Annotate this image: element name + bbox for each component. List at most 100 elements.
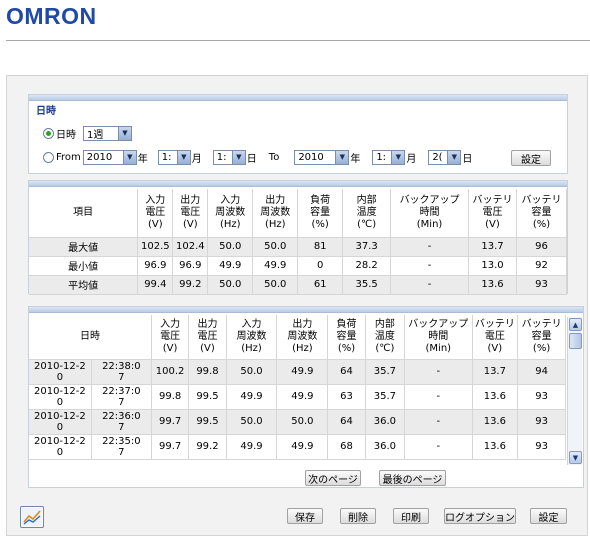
table-cell: 93 bbox=[517, 409, 566, 435]
log-scrollbar[interactable]: ▲ ▼ bbox=[567, 317, 582, 465]
to-year-select[interactable]: 2010 ▼ bbox=[294, 149, 350, 165]
table-cell: 50.0 bbox=[276, 409, 329, 435]
column-header-line: 電圧 bbox=[180, 206, 201, 218]
column-header-line: 出力 bbox=[292, 318, 313, 330]
from-month-select[interactable]: 1: ▼ bbox=[157, 149, 191, 165]
settings-button[interactable]: 設定 bbox=[530, 508, 567, 524]
column-header-line: (%) bbox=[311, 218, 329, 230]
to-year-unit: 年 bbox=[350, 153, 361, 165]
datetime-cell: 22:36:0 7 bbox=[91, 409, 152, 435]
column-header-line: 電圧 bbox=[484, 330, 505, 342]
delete-button[interactable]: 削除 bbox=[340, 508, 376, 524]
table-cell: 50.0 bbox=[252, 275, 299, 295]
table-row: 2010-12-2 0 22:38:0 7 100.2 99.8 50.0 49.9 64 35.… bbox=[29, 359, 566, 385]
column-header-line: 内部 bbox=[374, 318, 395, 330]
datetime-line: 2010-12-2 bbox=[33, 360, 86, 372]
datetime-line: 7 bbox=[118, 446, 125, 458]
column-header-line: 温度 bbox=[374, 330, 395, 342]
table-cell: 49.9 bbox=[276, 434, 329, 460]
column-header: バックアップ 時間 (Min) bbox=[404, 315, 473, 360]
from-year-select[interactable]: 2010 ▼ bbox=[82, 149, 137, 165]
datetime-cell: 2010-12-2 0 bbox=[29, 434, 92, 460]
datetime-cell: 2010-12-2 0 bbox=[29, 409, 92, 435]
column-header: 入力 周波数 (Hz) bbox=[207, 189, 254, 238]
scroll-down-icon[interactable]: ▼ bbox=[569, 451, 582, 464]
table-cell: 35.7 bbox=[365, 384, 406, 410]
print-button[interactable]: 印刷 bbox=[393, 508, 429, 524]
column-header: 入力 周波数 (Hz) bbox=[226, 315, 278, 360]
scrollbar-thumb[interactable] bbox=[569, 333, 582, 349]
panel-header-bar bbox=[29, 181, 567, 187]
radio-datetime[interactable] bbox=[43, 127, 54, 139]
table-cell: 81 bbox=[297, 237, 344, 257]
column-header: バックアップ 時間 (Min) bbox=[390, 189, 470, 238]
table-cell: 68 bbox=[327, 434, 366, 460]
column-header: 入力 電圧 (V) bbox=[151, 315, 190, 360]
column-header: バッテリ 容量 (%) bbox=[516, 189, 568, 238]
line-chart-icon bbox=[22, 508, 42, 526]
last-page-button[interactable]: 最後のページ bbox=[379, 470, 446, 486]
column-header-line: 電圧 bbox=[145, 206, 166, 218]
column-header: 出力 電圧 (V) bbox=[172, 189, 209, 238]
table-cell: 99.5 bbox=[188, 409, 227, 435]
column-header-line: 入力 bbox=[220, 194, 241, 206]
column-header-line: バックアップ bbox=[399, 194, 460, 206]
table-cell: 93 bbox=[517, 384, 566, 410]
save-button[interactable]: 保存 bbox=[287, 508, 323, 524]
summary-header-row: 項目 入力 電圧 (V) 出力 電圧 (V) 入力 周波数 (Hz) 出力 周波数 (Hz) 負荷 容量 (%… bbox=[29, 189, 568, 238]
datetime-cell: 22:37:0 7 bbox=[91, 384, 152, 410]
to-day-select[interactable]: 2( ▼ bbox=[428, 149, 462, 165]
column-header-line: 温度 bbox=[356, 206, 377, 218]
column-header-line: 周波数 bbox=[260, 206, 291, 218]
column-header-line: 電圧 bbox=[160, 330, 181, 342]
column-header-line: 負荷 bbox=[336, 318, 357, 330]
range-select[interactable]: 1週 ▼ bbox=[83, 125, 132, 141]
table-row: 最大値 102.5 102.4 50.0 50.0 81 37.3-13.7 96 bbox=[29, 237, 568, 257]
table-cell: 50.0 bbox=[226, 359, 278, 385]
column-header-line: (V) bbox=[487, 342, 503, 354]
column-header-line: (Min) bbox=[416, 218, 443, 230]
column-header-line: 入力 bbox=[145, 194, 166, 206]
table-cell: 61 bbox=[297, 275, 344, 295]
to-year-value: 2010 bbox=[298, 151, 324, 163]
column-header-line: 容量 bbox=[336, 330, 357, 342]
table-cell: 99.7 bbox=[151, 434, 190, 460]
log-table: 日時 入力 電圧 (V) 出力 電圧 (V) 入力 周波数 (Hz) 出力 周波数 (Hz) 負荷 容量 (%… bbox=[29, 315, 566, 460]
table-cell: - bbox=[390, 256, 470, 276]
datetime-line: 7 bbox=[118, 396, 125, 408]
column-header-line: 入力 bbox=[160, 318, 181, 330]
table-cell: 13.6 bbox=[472, 434, 519, 460]
to-month-select[interactable]: 1: ▼ bbox=[372, 149, 406, 165]
radio-from[interactable] bbox=[43, 151, 54, 163]
table-row: 2010-12-2 0 22:37:0 7 99.8 99.5 49.9 49.9 63 35.7… bbox=[29, 384, 566, 410]
scroll-up-icon[interactable]: ▲ bbox=[569, 318, 582, 331]
column-header: バッテリ 電圧 (V) bbox=[472, 315, 519, 360]
table-cell: 92 bbox=[516, 256, 568, 276]
table-cell: 49.9 bbox=[226, 384, 278, 410]
panel-header-bar bbox=[29, 95, 567, 101]
column-header-line: (%) bbox=[532, 342, 551, 354]
column-header-line: 周波数 bbox=[215, 206, 246, 218]
period-set-button[interactable]: 設定 bbox=[511, 150, 551, 166]
datetime-line: 0 bbox=[56, 371, 64, 383]
log-option-button[interactable]: ログオプション bbox=[444, 508, 516, 524]
from-day-select[interactable]: 1: ▼ bbox=[212, 149, 246, 165]
table-cell: - bbox=[404, 359, 473, 385]
column-header-line: (V) bbox=[485, 218, 500, 230]
next-page-button[interactable]: 次のページ bbox=[305, 470, 361, 486]
table-cell: 64 bbox=[327, 409, 366, 435]
chart-view-button[interactable] bbox=[20, 506, 44, 528]
table-row: 2010-12-2 0 22:36:0 7 99.7 99.5 50.0 50.0 64 36.0… bbox=[29, 409, 566, 435]
from-day-unit: 日 bbox=[246, 153, 257, 165]
table-cell: 49.9 bbox=[226, 434, 278, 460]
table-cell: 99.8 bbox=[151, 384, 190, 410]
chevron-down-icon: ▼ bbox=[335, 150, 349, 164]
column-header-line: (%) bbox=[337, 342, 356, 354]
table-cell: 102.5 bbox=[137, 237, 174, 257]
from-month-unit: 月 bbox=[191, 153, 202, 165]
column-header-line: 負荷 bbox=[310, 194, 331, 206]
from-year-value: 2010 bbox=[86, 151, 113, 163]
table-row: 2010-12-2 0 22:35:0 7 99.7 99.2 49.9 49.9 68 36.0… bbox=[29, 434, 566, 460]
table-cell: 50.0 bbox=[207, 275, 254, 295]
column-header-line: (℃) bbox=[357, 218, 377, 230]
